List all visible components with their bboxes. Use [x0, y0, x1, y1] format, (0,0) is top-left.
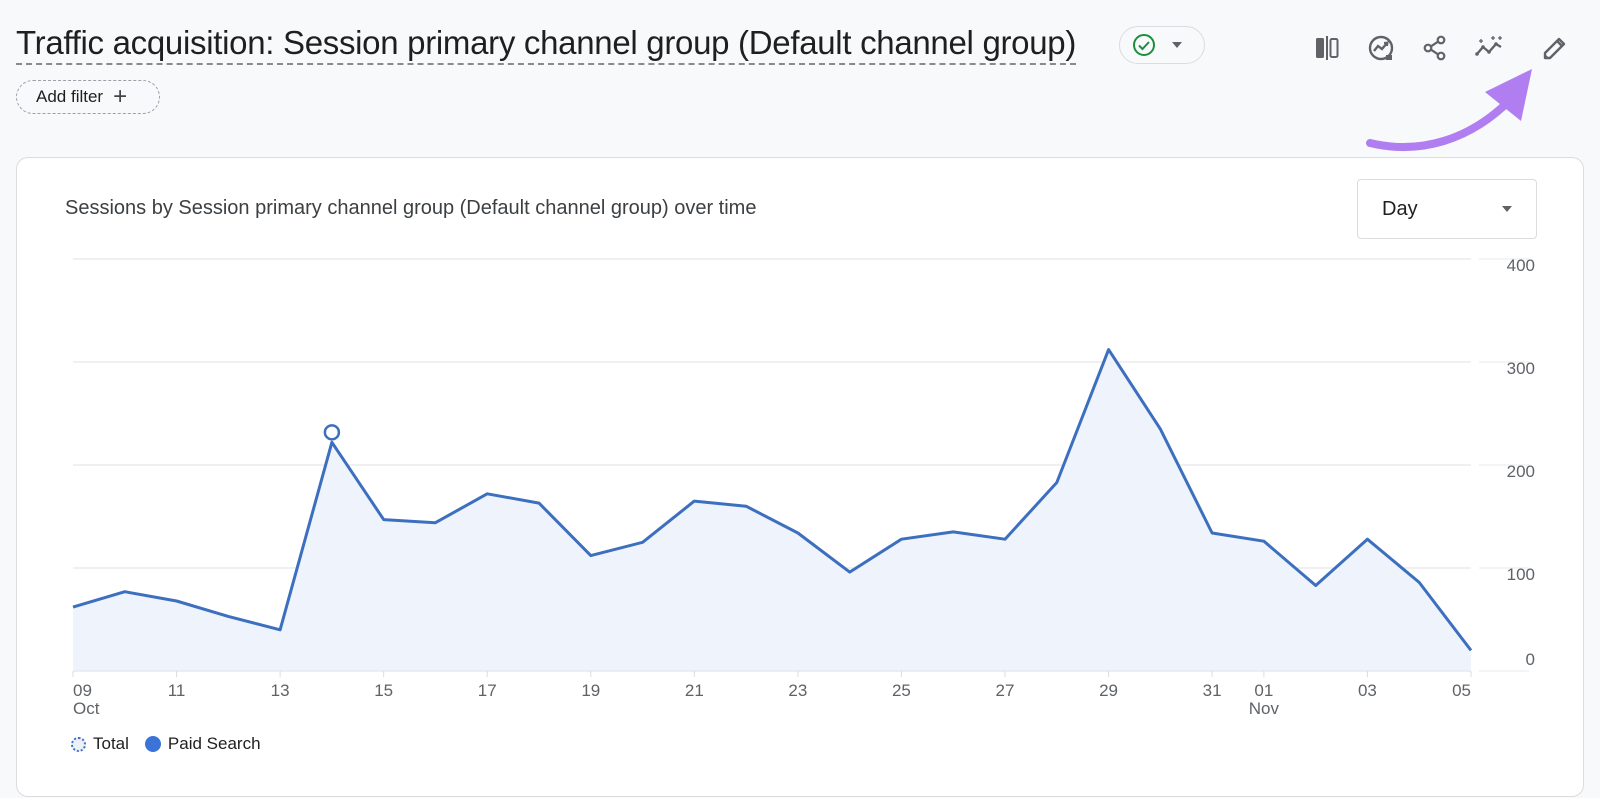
- highlighted-data-point: [323, 424, 341, 441]
- x-axis: 09Oct 11 13 15 17 19 21 23 25 27 29 31 01Nov 03 05: [72, 670, 1472, 718]
- plus-icon: +: [113, 83, 128, 110]
- x-tick-label: 13: [271, 681, 290, 700]
- insights-chart-icon: [1368, 35, 1394, 61]
- compare-button[interactable]: [1300, 28, 1354, 68]
- chart-title: Sessions by Session primary channel grou…: [65, 197, 757, 219]
- status-dropdown[interactable]: [1119, 26, 1205, 64]
- granularity-value: Day: [1382, 197, 1418, 220]
- x-tick-label: 31: [1203, 681, 1222, 700]
- x-tick-label: 23: [788, 681, 807, 700]
- x-tick-label: 25: [892, 681, 911, 700]
- pencil-edit-icon: [1543, 37, 1566, 60]
- x-tick-label: 21: [685, 681, 704, 700]
- y-tick-label: 400: [1507, 256, 1535, 275]
- report-toolbar: [1300, 28, 1582, 68]
- x-tick-label: 03: [1358, 681, 1377, 700]
- x-tick-label: 15: [374, 681, 393, 700]
- legend-item-paid-search[interactable]: Paid Search: [144, 734, 261, 754]
- granularity-select[interactable]: Day: [1357, 179, 1537, 239]
- y-tick-label: 0: [1526, 650, 1535, 669]
- x-tick-label: 17: [478, 681, 497, 700]
- x-tick-label: 27: [996, 681, 1015, 700]
- chart-card: 0 100 200 300 400 09 Oct 11 13 15 17 19 21 23 25 27 29 3…: [16, 157, 1584, 797]
- x-tick-label: 19: [581, 681, 600, 700]
- x-tick-label: 05: [1452, 681, 1471, 700]
- page-title[interactable]: Traffic acquisition: Session primary cha…: [16, 24, 1076, 65]
- filled-circle-icon: [144, 736, 161, 752]
- y-tick-label: 300: [1507, 359, 1535, 378]
- chevron-down-icon: [1172, 42, 1182, 48]
- legend-item-total[interactable]: Total: [71, 734, 129, 754]
- sparkle-trend-icon: [1475, 36, 1502, 56]
- dotted-circle-icon: [71, 736, 86, 752]
- edit-report-button[interactable]: [1528, 28, 1582, 68]
- x-tick-month-label: Oct: [73, 699, 100, 718]
- legend-label: Paid Search: [167, 734, 261, 753]
- sessions-line-chart: 0 100 200 300 400 09Oct 11 13 15 17 19 21 23 25 27 29 3…: [72, 256, 1535, 718]
- add-filter-label: Add filter: [36, 87, 104, 106]
- y-tick-label: 200: [1507, 462, 1535, 481]
- check-circle-icon: [1133, 34, 1155, 56]
- legend-label: Total: [93, 734, 129, 753]
- y-axis: 0 100 200 300 400: [1507, 256, 1535, 669]
- chart-legend: Total Paid Search: [71, 734, 261, 754]
- share-icon: [1423, 35, 1446, 61]
- x-tick-month-label: Nov: [1249, 699, 1280, 718]
- x-tick-label: 09: [73, 681, 92, 700]
- compare-icon: [1316, 36, 1339, 60]
- x-tick-label: 29: [1099, 681, 1118, 700]
- insights-button[interactable]: [1354, 28, 1408, 68]
- share-button[interactable]: [1408, 28, 1462, 68]
- add-filter-button[interactable]: Add filter +: [16, 80, 160, 114]
- chevron-down-icon: [1502, 206, 1512, 212]
- y-tick-label: 100: [1507, 565, 1535, 584]
- x-tick-label: 01: [1254, 681, 1273, 700]
- annotation-arrow-icon: [1366, 69, 1532, 152]
- anomaly-trend-button[interactable]: [1462, 28, 1516, 68]
- x-tick-label: 11: [168, 681, 186, 700]
